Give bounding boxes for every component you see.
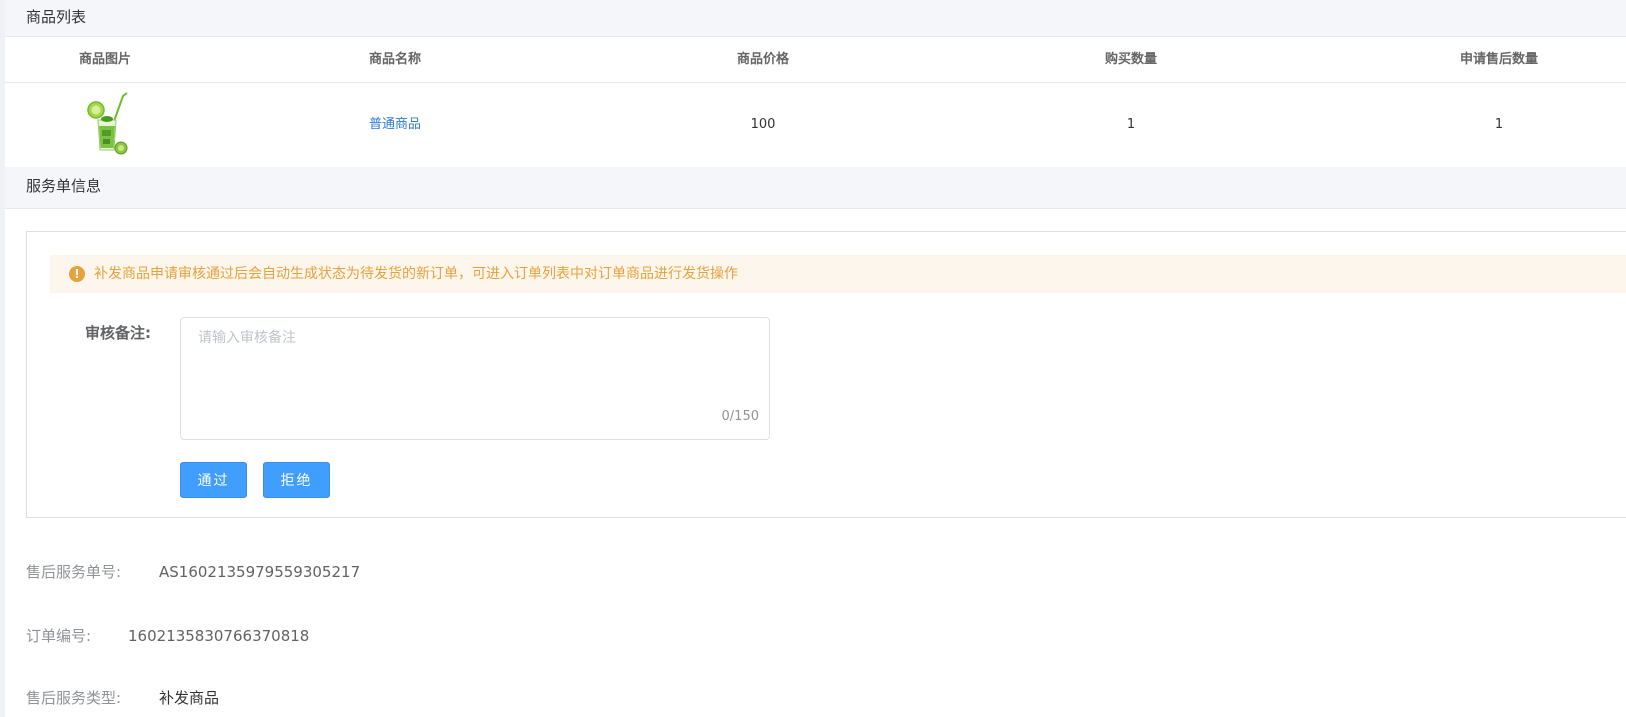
remark-label: 审核备注:: [85, 324, 151, 342]
notice-text: 补发商品申请审核通过后会自动生成状态为待发货的新订单，可进入订单列表中对订单商品…: [94, 266, 738, 282]
page: 商品列表 商品图片 商品名称 商品价格 购买数量 申请售后数量 普通商品 100…: [0, 0, 1626, 717]
column-header-name: 商品名称: [368, 52, 421, 67]
remark-field: 0/150: [180, 317, 770, 440]
product-aftersale-quantity: 1: [1494, 117, 1504, 132]
column-header-aftersale-quantity: 申请售后数量: [1459, 52, 1538, 67]
aftersale-type-label: 售后服务类型:: [26, 689, 122, 707]
reject-button[interactable]: 拒绝: [263, 462, 330, 498]
column-header-image: 商品图片: [78, 52, 131, 67]
goods-table: 商品图片 商品名称 商品价格 购买数量 申请售后数量 普通商品 100 1 1: [5, 37, 1626, 168]
table-header: 商品图片 商品名称 商品价格 购买数量 申请售后数量: [5, 37, 1626, 83]
product-price: 100: [750, 117, 776, 132]
column-header-price: 商品价格: [736, 52, 789, 67]
order-number-label: 订单编号:: [26, 627, 92, 645]
order-number-value: 1602135830766370818: [128, 627, 310, 645]
remark-char-counter: 0/150: [721, 409, 759, 424]
order-number-row: 订单编号: 1602135830766370818: [26, 626, 309, 646]
goods-section-title: 商品列表: [5, 0, 1626, 37]
review-form: ! 补发商品申请审核通过后会自动生成状态为待发货的新订单，可进入订单列表中对订单…: [26, 231, 1626, 518]
exclamation-circle-icon: !: [69, 266, 85, 282]
service-section-title: 服务单信息: [5, 167, 1626, 209]
approve-button[interactable]: 通过: [180, 462, 247, 498]
table-row: 普通商品 100 1 1: [5, 83, 1626, 168]
aftersale-service-number-row: 售后服务单号: AS1602135979559305217: [26, 562, 360, 582]
aftersale-service-number-label: 售后服务单号:: [26, 563, 122, 581]
column-header-quantity: 购买数量: [1104, 52, 1157, 67]
aftersale-type-row: 售后服务类型: 补发商品: [26, 688, 219, 708]
drink-glass-image: [87, 92, 128, 155]
remark-textarea[interactable]: [181, 318, 769, 439]
aftersale-type-value: 补发商品: [159, 689, 220, 707]
notice-banner: ! 补发商品申请审核通过后会自动生成状态为待发货的新订单，可进入订单列表中对订单…: [50, 255, 1626, 293]
product-name-link[interactable]: 普通商品: [295, 83, 495, 167]
product-quantity: 1: [1126, 117, 1136, 132]
aftersale-service-number-value: AS1602135979559305217: [159, 563, 361, 581]
